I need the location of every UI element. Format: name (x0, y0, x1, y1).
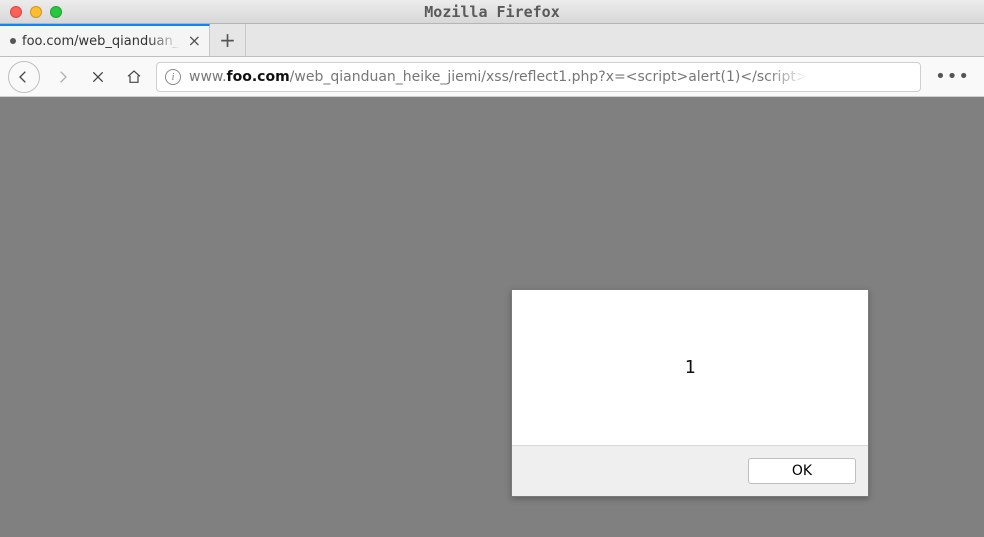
tab-label: foo.com/web_qianduan_heike_jiemi/xss/ref… (22, 34, 180, 49)
alert-footer: OK (512, 445, 868, 496)
url-prefix: www. (189, 69, 227, 85)
alert-dialog: 1 OK (511, 289, 869, 497)
window-title: Mozilla Firefox (424, 3, 559, 21)
window-titlebar: Mozilla Firefox (0, 0, 984, 24)
new-tab-button[interactable]: + (210, 24, 246, 56)
stop-icon (90, 69, 106, 85)
site-info-icon[interactable]: i (165, 69, 181, 85)
alert-ok-button[interactable]: OK (748, 458, 856, 484)
home-button[interactable] (120, 63, 148, 91)
window-controls (0, 6, 62, 18)
tab-active[interactable]: foo.com/web_qianduan_heike_jiemi/xss/ref… (0, 24, 210, 56)
url-text: www.foo.com/web_qianduan_heike_jiemi/xss… (189, 69, 808, 85)
minimize-window-icon[interactable] (30, 6, 42, 18)
url-path: /web_qianduan_heike_jiemi/xss/reflect1.p… (290, 69, 808, 85)
back-button[interactable] (8, 61, 40, 93)
close-window-icon[interactable] (10, 6, 22, 18)
plus-icon: + (219, 28, 236, 52)
nav-toolbar: i www.foo.com/web_qianduan_heike_jiemi/x… (0, 57, 984, 97)
tab-strip: foo.com/web_qianduan_heike_jiemi/xss/ref… (0, 24, 984, 57)
alert-message: 1 (512, 290, 868, 445)
back-arrow-icon (16, 69, 32, 85)
page-actions-button[interactable]: ••• (929, 66, 976, 87)
maximize-window-icon[interactable] (50, 6, 62, 18)
stop-button[interactable] (84, 63, 112, 91)
tab-loading-dot-icon (10, 38, 16, 44)
forward-arrow-icon (54, 69, 70, 85)
url-bar[interactable]: i www.foo.com/web_qianduan_heike_jiemi/x… (156, 62, 921, 92)
home-icon (126, 69, 142, 85)
forward-button (48, 63, 76, 91)
more-icon: ••• (935, 66, 970, 87)
url-domain: foo.com (227, 69, 290, 85)
close-tab-icon[interactable]: × (186, 33, 203, 49)
